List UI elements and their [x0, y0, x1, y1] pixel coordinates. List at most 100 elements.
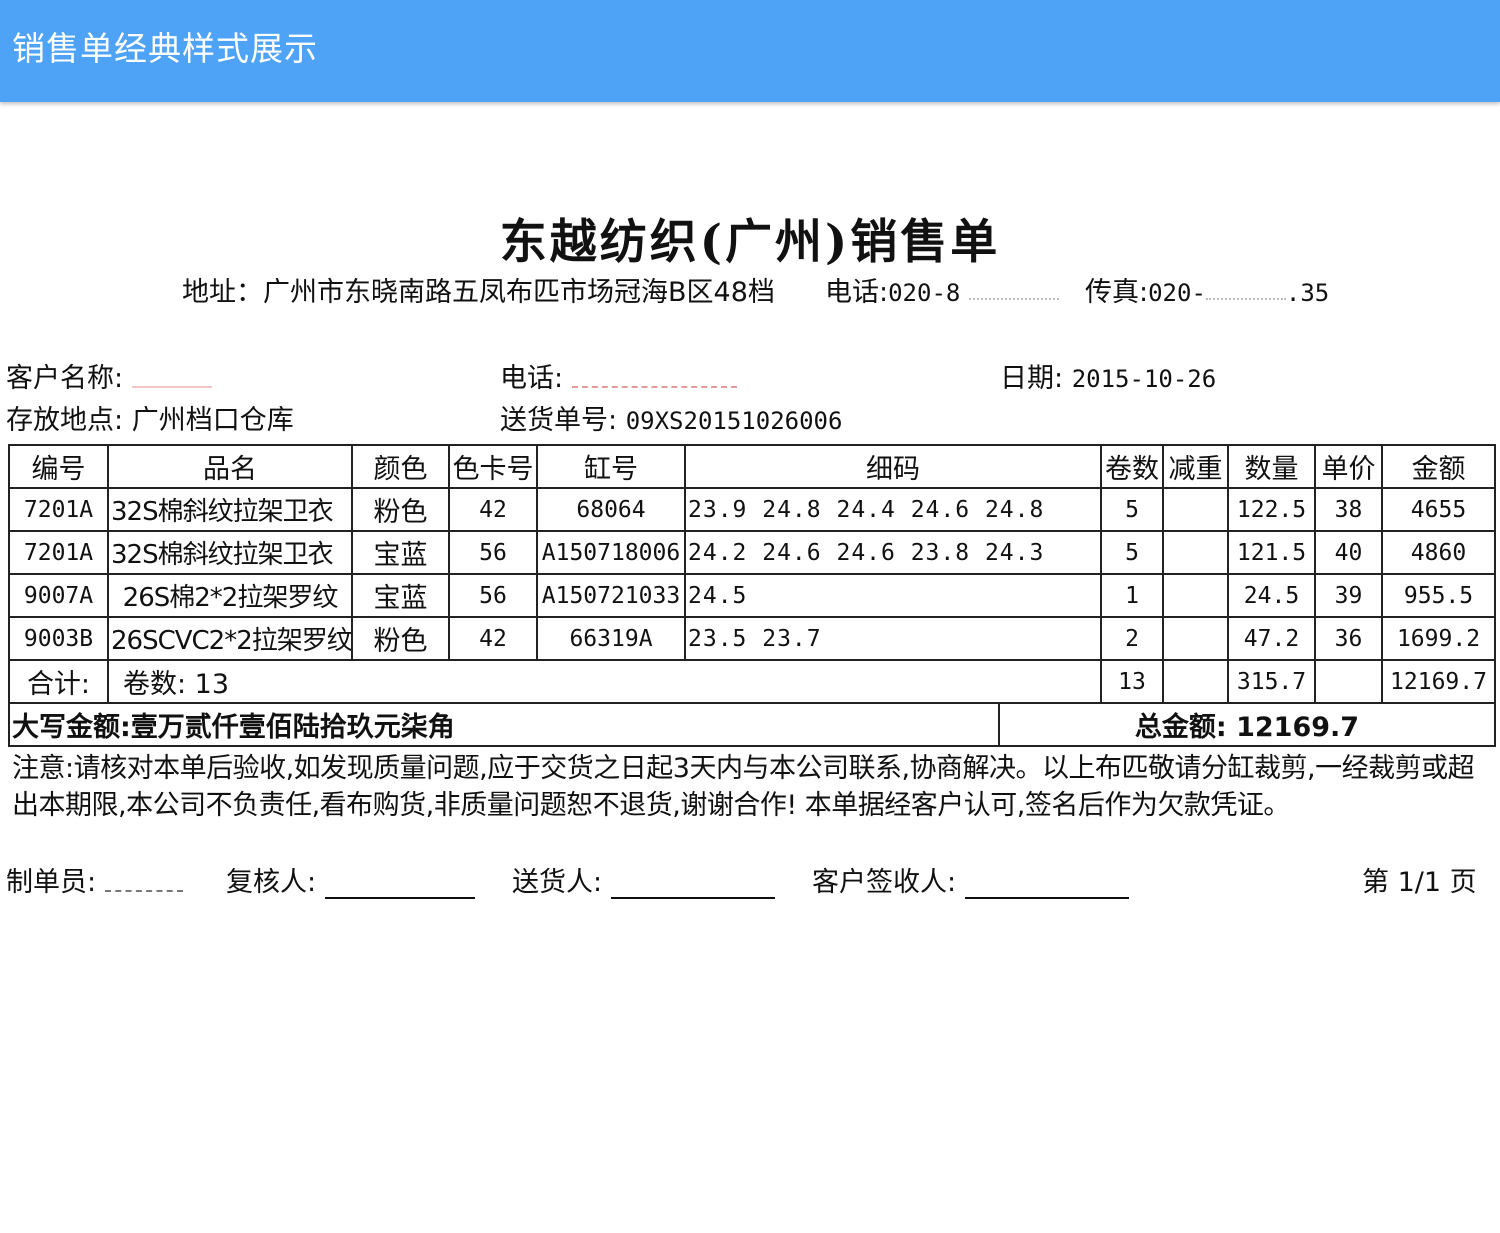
delivery-number: 送货单号: 09XS20151026006	[500, 398, 842, 437]
cell-batch: A150721033	[536, 573, 686, 618]
cell-product: 32S棉斜纹拉架卫衣	[107, 530, 353, 575]
table-row: 9007A 26S棉2*2拉架罗纹 宝蓝 56 A150721033 24.5 …	[8, 573, 1496, 618]
customer-name: 客户名称:	[6, 356, 212, 395]
cell-code: 7201A	[8, 487, 109, 532]
company-address: 地址：广州市东晓南路五凤布匹市场冠海B区48档	[182, 277, 775, 308]
cell-card: 42	[448, 616, 538, 661]
total-rolls-text: 卷数: 13	[107, 659, 1102, 704]
cell-card: 42	[448, 487, 538, 532]
redacted-maker	[104, 876, 183, 892]
table-row: 7201A 32S棉斜纹拉架卫衣 粉色 42 68064 23.9 24.8 2…	[8, 487, 1496, 532]
reviewer-signature-line[interactable]	[324, 873, 475, 899]
total-deduct	[1162, 659, 1229, 704]
cell-qty: 121.5	[1227, 530, 1316, 575]
amount-uppercase: 大写金额:壹万贰仟壹佰陆拾玖元柒角	[8, 702, 1000, 747]
cell-code: 7201A	[8, 530, 109, 575]
page-number: 第 1/1 页	[1362, 867, 1477, 898]
storage-location-label: 存放地点:	[6, 405, 124, 436]
deliverer: 送货人:	[512, 860, 775, 899]
table-header-row: 编号 品名 颜色 色卡号 缸号 细码 卷数 减重 数量 单价 金额	[8, 444, 1496, 489]
col-header: 编号	[8, 444, 109, 489]
amount-total: 总金额: 12169.7	[998, 702, 1496, 747]
cell-amount: 4655	[1381, 487, 1496, 532]
receiver-signature-line[interactable]	[964, 873, 1129, 899]
redacted-customer-name	[131, 372, 212, 388]
items-table: 编号 品名 颜色 色卡号 缸号 细码 卷数 减重 数量 单价 金额 7201A …	[8, 444, 1496, 704]
cell-detail: 24.2 24.6 24.6 23.8 24.3	[684, 530, 1102, 575]
redacted-phone	[968, 288, 1059, 300]
total-price	[1314, 659, 1383, 704]
order-date: 日期: 2015-10-26	[1000, 356, 1216, 395]
cell-product: 32S棉斜纹拉架卫衣	[107, 487, 353, 532]
cell-detail: 23.9 24.8 24.4 24.6 24.8	[684, 487, 1102, 532]
company-phone: 电话:020-8	[825, 270, 1059, 309]
cell-code: 9007A	[8, 573, 109, 618]
storage-location-value: 广州档口仓库	[131, 405, 294, 436]
app-bar: 销售单经典样式展示	[0, 0, 1500, 102]
cell-code: 9003B	[8, 616, 109, 661]
cell-qty: 122.5	[1227, 487, 1316, 532]
receiver: 客户签收人:	[812, 860, 1129, 899]
delivery-number-label: 送货单号:	[500, 405, 618, 436]
cell-color: 粉色	[351, 616, 450, 661]
maker: 制单员:	[6, 860, 183, 899]
order-date-value: 2015-10-26	[1071, 365, 1217, 393]
cell-rolls: 1	[1100, 573, 1164, 618]
cell-rolls: 2	[1100, 616, 1164, 661]
cell-amount: 4860	[1381, 530, 1496, 575]
amount-table: 大写金额:壹万贰仟壹佰陆拾玖元柒角 总金额: 12169.7	[8, 702, 1496, 747]
col-header: 品名	[107, 444, 353, 489]
cell-color: 宝蓝	[351, 573, 450, 618]
cell-color: 粉色	[351, 487, 450, 532]
col-header: 数量	[1227, 444, 1316, 489]
customer-name-label: 客户名称:	[6, 363, 124, 394]
cell-deduct	[1162, 573, 1229, 618]
cell-price: 38	[1314, 487, 1383, 532]
document-title: 东越纺织(广州)销售单	[499, 215, 1001, 270]
cell-card: 56	[448, 530, 538, 575]
customer-phone-label: 电话:	[500, 363, 564, 394]
notice-text: 注意:请核对本单后验收,如发现质量问题,应于交货之日起3天内与本公司联系,协商解…	[12, 753, 1475, 821]
total-qty: 315.7	[1227, 659, 1316, 704]
cell-batch: 66319A	[536, 616, 686, 661]
cell-price: 39	[1314, 573, 1383, 618]
order-date-label: 日期:	[1000, 363, 1064, 394]
app-title: 销售单经典样式展示	[12, 29, 318, 68]
cell-amount: 955.5	[1381, 573, 1496, 618]
cell-qty: 47.2	[1227, 616, 1316, 661]
receiver-label: 客户签收人:	[812, 867, 957, 898]
cell-deduct	[1162, 616, 1229, 661]
cell-rolls: 5	[1100, 530, 1164, 575]
col-header: 单价	[1314, 444, 1383, 489]
cell-amount: 1699.2	[1381, 616, 1496, 661]
col-header: 细码	[684, 444, 1102, 489]
col-header: 金额	[1381, 444, 1496, 489]
reviewer-label: 复核人:	[226, 867, 317, 898]
company-fax-suffix: .35	[1285, 279, 1330, 307]
redacted-customer-phone	[571, 372, 737, 388]
cell-product: 26S棉2*2拉架罗纹	[107, 573, 353, 618]
cell-price: 36	[1314, 616, 1383, 661]
company-phone-value: 020-8	[888, 279, 961, 307]
col-header: 色卡号	[448, 444, 538, 489]
total-amount: 12169.7	[1381, 659, 1496, 704]
delivery-number-value: 09XS20151026006	[625, 407, 843, 435]
cell-rolls: 5	[1100, 487, 1164, 532]
cell-price: 40	[1314, 530, 1383, 575]
deliverer-label: 送货人:	[512, 867, 603, 898]
company-fax-label: 传真:	[1085, 277, 1149, 308]
company-fax: 传真:020- .35	[1085, 270, 1329, 309]
cell-deduct	[1162, 530, 1229, 575]
deliverer-signature-line[interactable]	[610, 873, 775, 899]
cell-batch: 68064	[536, 487, 686, 532]
customer-phone: 电话:	[500, 356, 737, 395]
reviewer: 复核人:	[226, 860, 475, 899]
total-label: 合计:	[8, 659, 109, 704]
cell-deduct	[1162, 487, 1229, 532]
cell-color: 宝蓝	[351, 530, 450, 575]
cell-card: 56	[448, 573, 538, 618]
redacted-fax	[1205, 288, 1286, 300]
company-fax-value: 020-	[1148, 279, 1206, 307]
cell-qty: 24.5	[1227, 573, 1316, 618]
col-header: 卷数	[1100, 444, 1164, 489]
